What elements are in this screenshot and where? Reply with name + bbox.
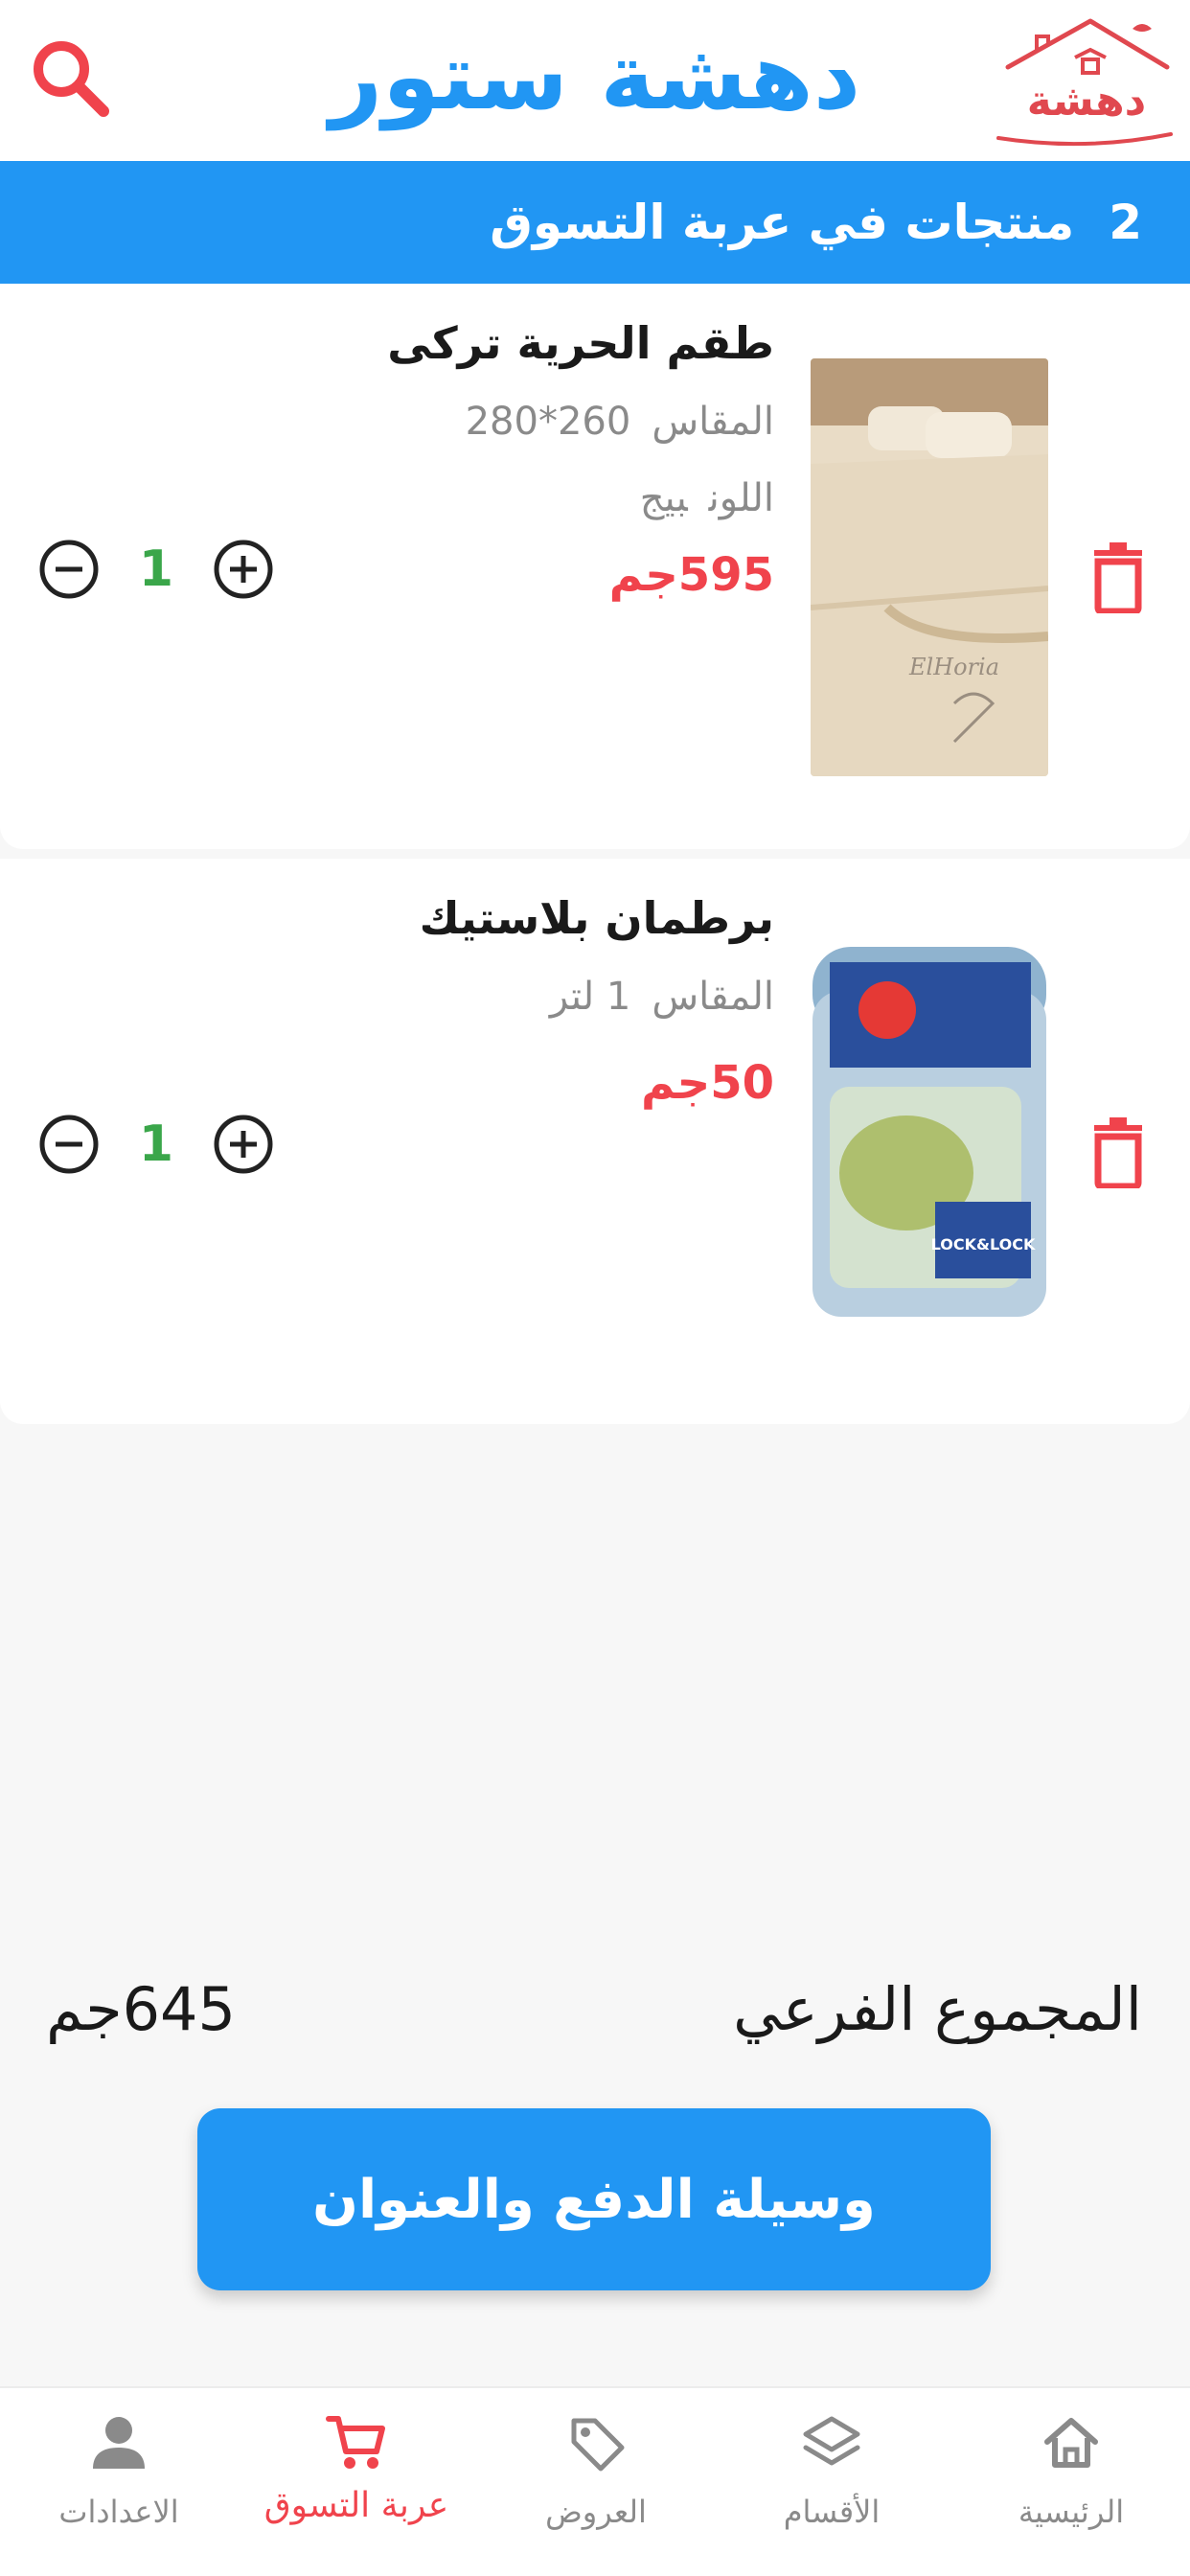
app-bar: دهشة ستور دهشة — [0, 0, 1190, 161]
nav-offers[interactable]: العروض — [500, 2409, 692, 2563]
decrease-quantity-icon[interactable] — [38, 1114, 100, 1175]
product-price: 595جم — [608, 548, 774, 602]
tag-icon — [571, 2418, 625, 2472]
quantity-value: 1 — [138, 540, 174, 598]
nav-cart[interactable]: عربة التسوق — [261, 2409, 452, 2563]
decrease-quantity-icon[interactable] — [38, 539, 100, 600]
product-image[interactable]: ElHoria — [811, 358, 1048, 776]
layers-icon — [803, 2416, 860, 2466]
product-name[interactable]: برطمان بلاستيك — [276, 887, 774, 949]
checkout-button[interactable]: وسيلة الدفع والعنوان — [197, 2108, 991, 2290]
cart-count: 2 — [1109, 195, 1142, 250]
cart-count-text: منتجات في عربة التسوق — [490, 195, 1075, 250]
cart-count-bar: 2 منتجات في عربة التسوق — [0, 161, 1190, 284]
nav-settings-label: الاعدادات — [58, 2494, 179, 2530]
cart-item: LOCK&LOCK برطمان بلاستيك المقاس 1 لتر 50ج… — [0, 859, 1190, 1424]
nav-settings[interactable]: الاعدادات — [23, 2409, 215, 2563]
svg-text:دهشة: دهشة — [1027, 77, 1147, 126]
subtotal-value: 645جم — [46, 1974, 236, 2044]
product-name[interactable]: طقم الحرية تركى — [276, 312, 774, 374]
product-price: 50جم — [640, 1056, 774, 1110]
nav-categories-label: الأقسام — [783, 2494, 881, 2530]
size-value: 260*280 — [465, 400, 631, 444]
svg-text:LOCK&LOCK: LOCK&LOCK — [931, 1235, 1036, 1254]
quantity-stepper: 1 — [38, 535, 278, 604]
cart-item: ElHoria طقم الحرية تركى المقاس 260*280 ال… — [0, 284, 1190, 849]
store-logo: دهشة — [996, 18, 1173, 147]
nav-cart-label: عربة التسوق — [263, 2486, 449, 2525]
home-icon — [1044, 2418, 1098, 2468]
bottom-navigation: الرئيسية الأقسام العروض عربة التسوق الاع… — [0, 2386, 1190, 2576]
product-size: المقاس 1 لتر — [276, 968, 774, 1025]
color-label: اللون — [708, 476, 774, 520]
nav-home[interactable]: الرئيسية — [975, 2409, 1167, 2563]
svg-text:ElHoria: ElHoria — [908, 654, 999, 680]
product-size: المقاس 260*280 — [276, 393, 774, 450]
subtotal-label: المجموع الفرعي — [733, 1974, 1142, 2044]
delete-icon[interactable] — [1087, 540, 1150, 613]
delete-icon[interactable] — [1087, 1116, 1150, 1188]
size-label: المقاس — [652, 400, 774, 444]
product-image[interactable]: LOCK&LOCK — [811, 933, 1048, 1351]
size-value: 1 لتر — [549, 975, 631, 1019]
quantity-stepper: 1 — [38, 1110, 278, 1179]
size-label: المقاس — [652, 975, 774, 1019]
color-value: بيج — [639, 476, 688, 520]
nav-offers-label: العروض — [545, 2494, 647, 2530]
product-info: طقم الحرية تركى المقاس 260*280 اللون بيج 5… — [276, 312, 774, 606]
increase-quantity-icon[interactable] — [213, 1114, 274, 1175]
product-color: اللون بيج — [276, 470, 774, 527]
quantity-value: 1 — [138, 1116, 174, 1173]
nav-home-label: الرئيسية — [1018, 2494, 1125, 2530]
product-info: برطمان بلاستيك المقاس 1 لتر 50جم — [276, 887, 774, 1114]
nav-categories[interactable]: الأقسام — [736, 2409, 927, 2563]
cart-icon — [326, 2416, 385, 2469]
person-icon — [93, 2417, 145, 2469]
increase-quantity-icon[interactable] — [213, 539, 274, 600]
